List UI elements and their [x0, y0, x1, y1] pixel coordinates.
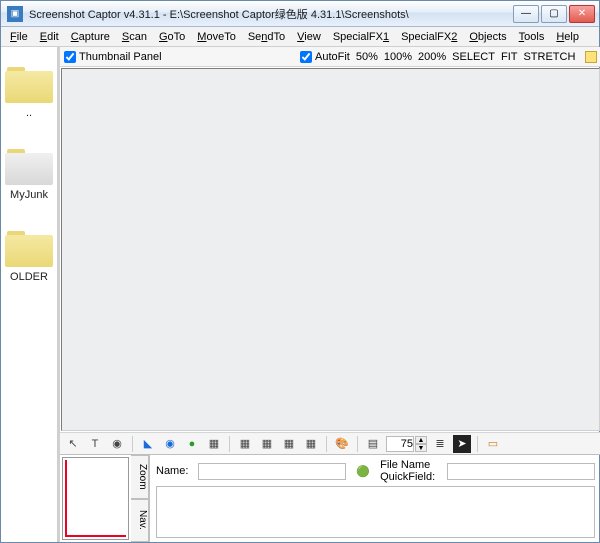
tool-grid5-icon[interactable]: ▦ — [302, 435, 320, 453]
window-title: Screenshot Captor v4.31.1 - E:\Screensho… — [29, 6, 513, 22]
folder-label: MyJunk — [10, 189, 48, 201]
thumbnail-panel-check-input[interactable] — [64, 51, 76, 63]
opacity-input[interactable] — [386, 436, 414, 452]
main-area: .. MyJunk OLDER Thumbnail Panel AutoFit … — [1, 47, 599, 542]
app-icon: ▣ — [7, 6, 23, 22]
folder-icon — [5, 63, 53, 103]
tool-triangle-icon[interactable]: ◣ — [139, 435, 157, 453]
zoom-200[interactable]: 200% — [418, 51, 446, 63]
folder-label: OLDER — [10, 271, 48, 283]
description-textarea[interactable] — [156, 486, 595, 538]
name-input[interactable] — [198, 463, 346, 480]
bottom-toolbar: ↖ T ◉ ◣ ◉ ● ▦ ▦ ▦ ▦ ▦ 🎨 ▤ ▲▼ ≣ ➤ ▭ — [60, 432, 600, 454]
thumbnail-panel-label: Thumbnail Panel — [79, 51, 162, 63]
close-button[interactable]: ✕ — [569, 5, 595, 23]
tool-pointer-icon[interactable]: ↖ — [64, 435, 82, 453]
menu-goto[interactable]: GoTo — [154, 29, 190, 45]
name-action-icon[interactable]: 🟢 — [356, 463, 370, 479]
tool-color-icon[interactable]: 🎨 — [333, 435, 351, 453]
name-block: Name: 🟢 File Name QuickField: — [150, 455, 600, 542]
tool-circ-icon[interactable]: ◉ — [108, 435, 126, 453]
tool-grid3-icon[interactable]: ▦ — [258, 435, 276, 453]
minimize-button[interactable]: — — [513, 5, 539, 23]
quickfield-label: File Name QuickField: — [380, 459, 437, 483]
tab-zoom[interactable]: Zoom — [131, 455, 149, 499]
autofit-checkbox[interactable]: AutoFit — [300, 51, 350, 63]
quickfield-input[interactable] — [447, 463, 595, 480]
thumbnail-header: Thumbnail Panel AutoFit 50% 100% 200% SE… — [60, 47, 600, 67]
menu-tools[interactable]: Tools — [514, 29, 550, 45]
menu-specialfx2[interactable]: SpecialFX2 — [396, 29, 462, 45]
tab-nav[interactable]: Nav. — [131, 499, 149, 543]
bottom-panel: Zoom Nav. Name: 🟢 File Name QuickField: — [60, 454, 600, 542]
tool-grid2-icon[interactable]: ▦ — [236, 435, 254, 453]
tool-grid1-icon[interactable]: ▦ — [205, 435, 223, 453]
tool-page-icon[interactable]: ▭ — [484, 435, 502, 453]
autofit-check-input[interactable] — [300, 51, 312, 63]
menu-specialfx1[interactable]: SpecialFX1 — [328, 29, 394, 45]
opacity-spinner[interactable]: ▲▼ — [386, 436, 427, 452]
tool-grid4-icon[interactable]: ▦ — [280, 435, 298, 453]
separator — [357, 436, 358, 452]
folder-item-parent[interactable]: .. — [5, 63, 53, 119]
folder-label: .. — [26, 107, 32, 119]
autofit-label: AutoFit — [315, 51, 350, 63]
separator — [229, 436, 230, 452]
zoom-50[interactable]: 50% — [356, 51, 378, 63]
zoom-nav-panel: Zoom Nav. — [60, 455, 150, 542]
zoom-preview[interactable] — [62, 457, 129, 540]
menu-objects[interactable]: Objects — [464, 29, 511, 45]
preview-canvas[interactable] — [61, 68, 600, 431]
folder-item-myjunk[interactable]: MyJunk — [5, 145, 53, 201]
mode-stretch[interactable]: STRETCH — [523, 51, 575, 63]
menu-file[interactable]: File — [5, 29, 33, 45]
mode-fit[interactable]: FIT — [501, 51, 518, 63]
separator — [132, 436, 133, 452]
tool-green-icon[interactable]: ● — [183, 435, 201, 453]
name-label: Name: — [156, 465, 188, 477]
folder-item-older[interactable]: OLDER — [5, 227, 53, 283]
menu-edit[interactable]: Edit — [35, 29, 64, 45]
tool-layers-icon[interactable]: ≣ — [431, 435, 449, 453]
spin-up[interactable]: ▲ — [415, 436, 427, 444]
menu-help[interactable]: Help — [551, 29, 584, 45]
titlebar: ▣ Screenshot Captor v4.31.1 - E:\Screens… — [1, 1, 599, 27]
mode-select[interactable]: SELECT — [452, 51, 495, 63]
folder-icon — [5, 145, 53, 185]
tool-cursor-icon[interactable]: ➤ — [453, 435, 471, 453]
menu-capture[interactable]: Capture — [66, 29, 115, 45]
spin-down[interactable]: ▼ — [415, 444, 427, 452]
menu-sendto[interactable]: SendTo — [243, 29, 290, 45]
tool-doc-icon[interactable]: ▤ — [364, 435, 382, 453]
zoom-100[interactable]: 100% — [384, 51, 412, 63]
menu-view[interactable]: View — [292, 29, 326, 45]
menubar: File Edit Capture Scan GoTo MoveTo SendT… — [1, 27, 599, 47]
folder-sidebar: .. MyJunk OLDER — [1, 47, 58, 542]
tool-text-icon[interactable]: T — [86, 435, 104, 453]
separator — [326, 436, 327, 452]
menu-moveto[interactable]: MoveTo — [192, 29, 241, 45]
separator — [477, 436, 478, 452]
folder-icon — [5, 227, 53, 267]
color-swatch[interactable] — [585, 51, 597, 63]
thumbnail-panel-checkbox[interactable]: Thumbnail Panel — [64, 51, 162, 63]
center-column: Thumbnail Panel AutoFit 50% 100% 200% SE… — [60, 47, 600, 542]
maximize-button[interactable]: ▢ — [541, 5, 567, 23]
menu-scan[interactable]: Scan — [117, 29, 152, 45]
tool-circle-icon[interactable]: ◉ — [161, 435, 179, 453]
